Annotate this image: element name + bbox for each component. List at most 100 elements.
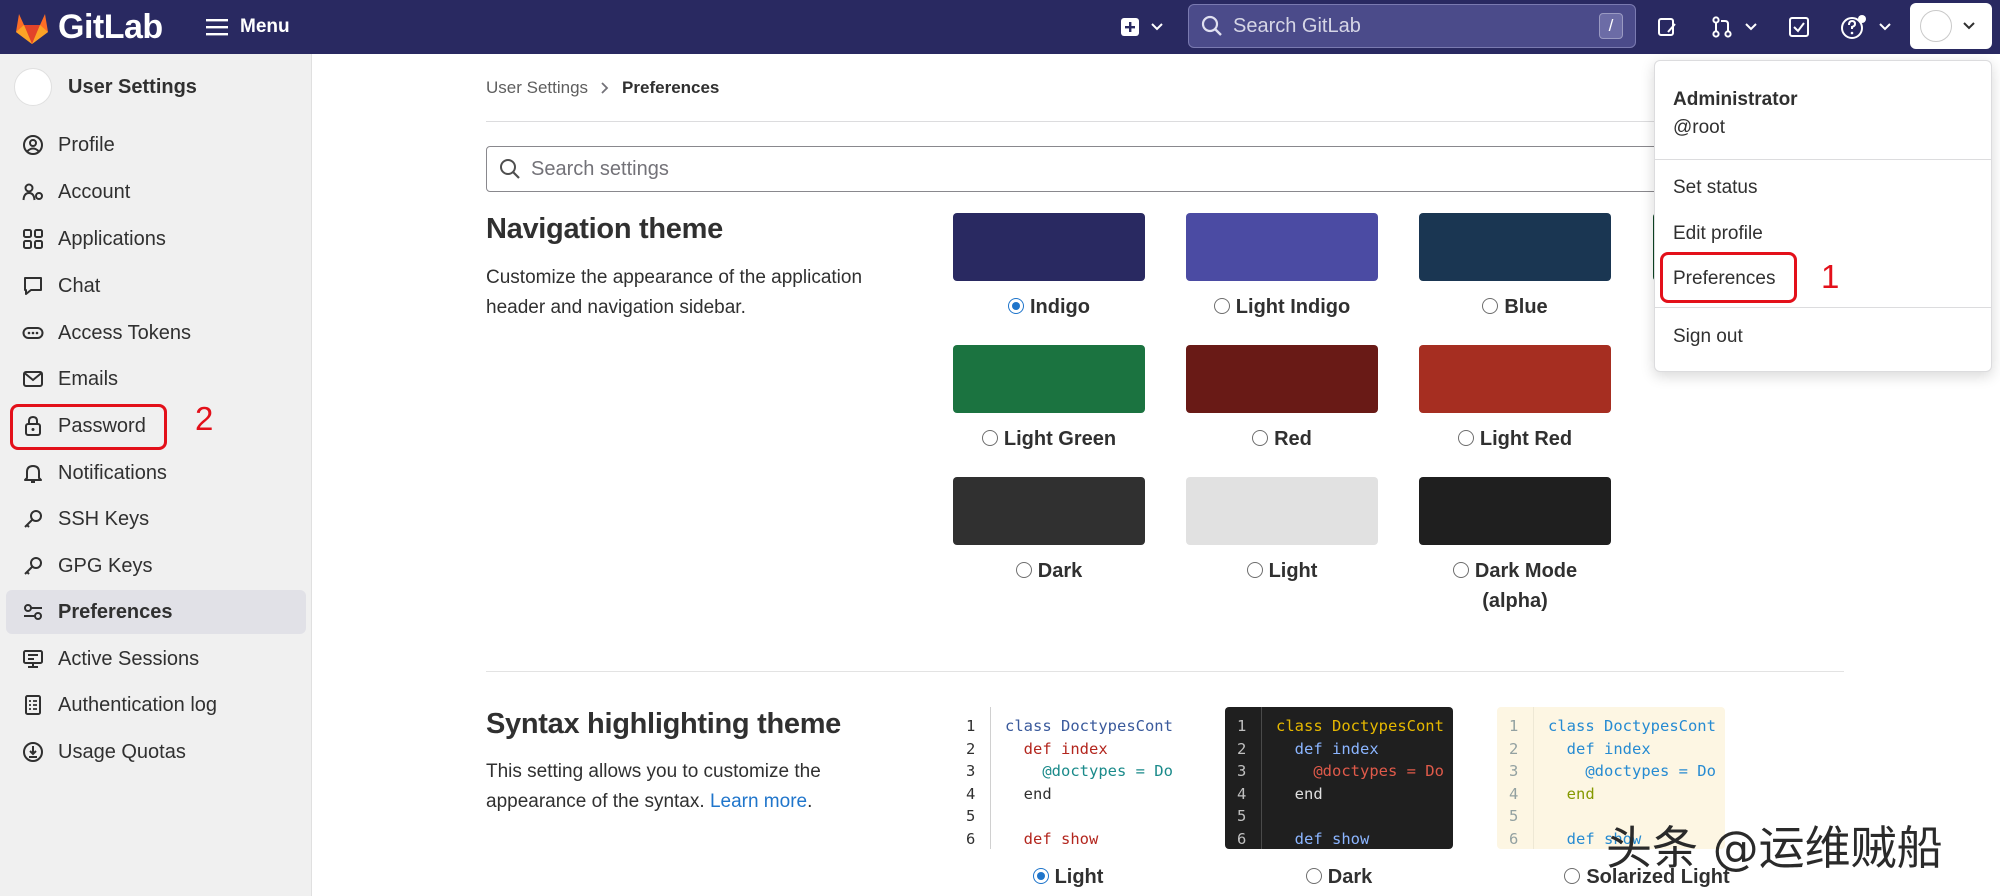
annotation-marker-2: 2 (195, 400, 214, 437)
gitlab-logo[interactable]: GitLab (14, 8, 163, 47)
menu-button[interactable]: Menu (206, 12, 290, 42)
sidebar-item-applications[interactable]: Applications (6, 217, 306, 261)
syntax-radio-option[interactable]: Dark (1225, 862, 1453, 892)
settings-search-placeholder: Search settings (531, 157, 669, 180)
sidebar-item-profile[interactable]: Profile (6, 123, 306, 167)
radio-button[interactable] (1015, 562, 1032, 578)
radio-button[interactable] (981, 430, 998, 446)
theme-swatch[interactable] (1419, 345, 1611, 413)
sidebar-title: User Settings (68, 75, 197, 98)
sidebar-item-label: Notifications (58, 461, 167, 484)
search-placeholder: Search GitLab (1233, 14, 1361, 37)
theme-swatch[interactable] (1186, 213, 1378, 281)
theme-swatch[interactable] (953, 477, 1145, 545)
theme-label: Dark (1037, 560, 1083, 582)
radio-button[interactable] (1252, 430, 1269, 446)
theme-radio-option[interactable]: Dark (953, 556, 1145, 586)
annotation-box-password (10, 404, 167, 450)
theme-radio-option[interactable]: Light (1186, 556, 1378, 586)
user-username: @root (1673, 117, 1726, 138)
sidebar-item-notifications[interactable]: Notifications (6, 451, 306, 495)
code-line: def index (1548, 739, 1651, 758)
user-menu-button[interactable] (1910, 3, 1992, 49)
sidebar-item-gpg-keys[interactable]: GPG Keys (6, 544, 306, 588)
sign-out-item[interactable]: Sign out (1673, 326, 1743, 348)
breadcrumb-parent-link[interactable]: User Settings (486, 78, 588, 98)
bell-icon (24, 465, 42, 483)
sidebar-item-authentication-log[interactable]: Authentication log (6, 683, 306, 727)
search-shortcut-key: / (1599, 13, 1623, 39)
breadcrumb-current: Preferences (622, 78, 720, 97)
theme-swatch[interactable] (1186, 477, 1378, 545)
line-number: 4 (966, 784, 976, 803)
new-dropdown-button[interactable] (1120, 13, 1164, 41)
radio-button[interactable] (1305, 868, 1322, 884)
sidebar-item-label: Profile (58, 133, 115, 156)
code-line: end (1548, 784, 1595, 803)
sidebar-item-active-sessions[interactable]: Active Sessions (6, 637, 306, 681)
theme-radio-option[interactable]: Blue (1419, 292, 1611, 322)
theme-swatch[interactable] (1419, 213, 1611, 281)
code-line: end (1005, 784, 1052, 803)
help-button[interactable] (1840, 13, 1892, 41)
line-number: 5 (1509, 807, 1519, 825)
issues-button[interactable] (1656, 13, 1678, 41)
sidebar-item-preferences[interactable]: Preferences (6, 590, 306, 634)
code-lines: class DoctypesCont def index @doctypes =… (990, 707, 1173, 849)
sidebar-header[interactable]: User Settings (14, 68, 197, 106)
radio-button[interactable] (1564, 868, 1581, 884)
sidebar-item-chat[interactable]: Chat (6, 264, 306, 308)
radio-button[interactable] (1246, 562, 1263, 578)
sidebar-item-label: Emails (58, 367, 119, 390)
line-number: 3 (966, 762, 976, 780)
todos-button[interactable] (1788, 13, 1810, 41)
code-line: class DoctypesCont (1276, 717, 1444, 735)
navigation-theme-title: Navigation theme (486, 213, 723, 245)
edit-profile-item[interactable]: Edit profile (1673, 223, 1763, 245)
sidebar-item-label: Authentication log (58, 693, 218, 716)
merge-requests-button[interactable] (1710, 13, 1758, 41)
syntax-preview-dark[interactable]: 1 2 3 4 5 6 class DoctypesCont def index @doct… (1225, 707, 1453, 849)
line-number: 6 (1237, 829, 1247, 848)
theme-radio-option[interactable]: Red (1186, 424, 1378, 454)
applications-icon (23, 229, 43, 249)
global-search-input[interactable]: Search GitLab / (1188, 4, 1636, 48)
radio-button[interactable] (1213, 298, 1230, 314)
theme-swatch[interactable] (953, 213, 1145, 281)
theme-radio-option[interactable]: Dark Mode (alpha) (1419, 556, 1611, 616)
learn-more-link[interactable]: Learn more (710, 791, 807, 812)
theme-swatch[interactable] (1419, 477, 1611, 545)
theme-radio-option[interactable]: Light Red (1419, 424, 1611, 454)
syntax-radio-option[interactable]: Light (954, 862, 1182, 892)
line-number: 3 (1509, 762, 1519, 780)
theme-radio-option[interactable]: Light Indigo (1186, 292, 1378, 322)
syntax-preview-light[interactable]: 1 2 3 4 5 6 class DoctypesCont def index @doct… (954, 707, 1182, 849)
theme-radio-option[interactable]: Indigo (953, 292, 1145, 322)
theme-label: Light Red (1479, 428, 1573, 450)
line-number: 1 (1509, 717, 1519, 735)
settings-search-input[interactable]: Search settings (486, 146, 1844, 192)
theme-radio-option[interactable]: Light Green (953, 424, 1145, 454)
sidebar-item-usage-quotas[interactable]: Usage Quotas (6, 730, 306, 774)
line-numbers: 1 2 3 4 5 6 (954, 715, 990, 849)
divider (486, 121, 1844, 122)
radio-button[interactable] (1452, 562, 1469, 578)
menu-label: Menu (240, 16, 290, 37)
line-number: 6 (966, 829, 976, 848)
radio-button[interactable] (1482, 298, 1499, 314)
radio-button[interactable] (1457, 430, 1474, 446)
theme-swatch[interactable] (1186, 345, 1378, 413)
theme-label: Light Green (1003, 428, 1117, 450)
code-line: class DoctypesCont (1548, 717, 1716, 735)
sidebar-item-account[interactable]: Account (6, 170, 306, 214)
theme-swatch[interactable] (953, 345, 1145, 413)
radio-button[interactable] (1008, 298, 1024, 314)
syntax-theme-title: Syntax highlighting theme (486, 708, 842, 740)
sidebar-item-emails[interactable]: Emails (6, 357, 306, 401)
radio-button[interactable] (1032, 868, 1049, 884)
token-icon (22, 327, 44, 339)
user-dropdown-menu: Administrator @root Set status Edit prof… (1654, 60, 1992, 372)
sidebar-item-access-tokens[interactable]: Access Tokens (6, 311, 306, 355)
set-status-item[interactable]: Set status (1673, 177, 1758, 199)
sidebar-item-ssh-keys[interactable]: SSH Keys (6, 497, 306, 541)
